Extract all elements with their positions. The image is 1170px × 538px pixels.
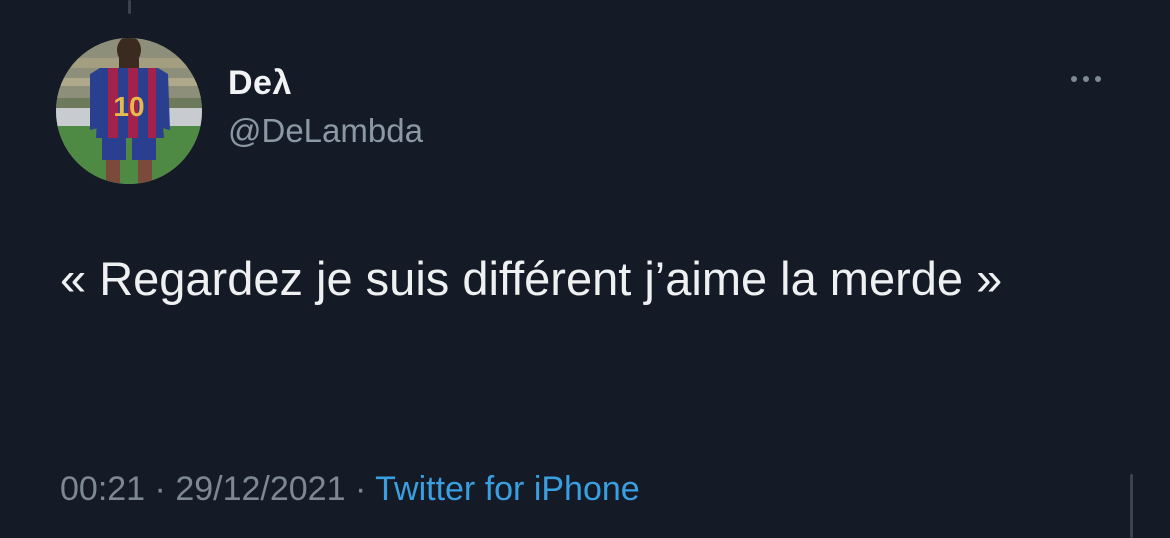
user-handle[interactable]: @DeLambda	[228, 112, 423, 150]
thread-connector-line	[128, 0, 131, 14]
avatar[interactable]: 10	[56, 38, 202, 184]
tweet-text: « Regardez je suis différent j’aime la m…	[60, 252, 1003, 305]
tweet-source-link[interactable]: Twitter for iPhone	[375, 470, 640, 508]
tweet-date[interactable]: 29/12/2021	[175, 470, 345, 508]
tweet-time[interactable]: 00:21	[60, 470, 145, 508]
ellipsis-dot	[1095, 76, 1101, 82]
ellipsis-dot	[1083, 76, 1089, 82]
scrollbar[interactable]	[1130, 474, 1133, 538]
ellipsis-horizontal-icon	[1071, 76, 1077, 82]
meta-separator: ·	[354, 470, 367, 508]
meta-separator: ·	[154, 470, 166, 508]
avatar-jersey-number: 10	[113, 91, 144, 122]
avatar-image: 10	[56, 38, 202, 184]
tweet-metadata: 00:21 · 29/12/2021 · Twitter for iPhone	[60, 470, 640, 509]
display-name[interactable]: Deλ	[228, 64, 292, 103]
more-options-button[interactable]	[1062, 66, 1110, 92]
